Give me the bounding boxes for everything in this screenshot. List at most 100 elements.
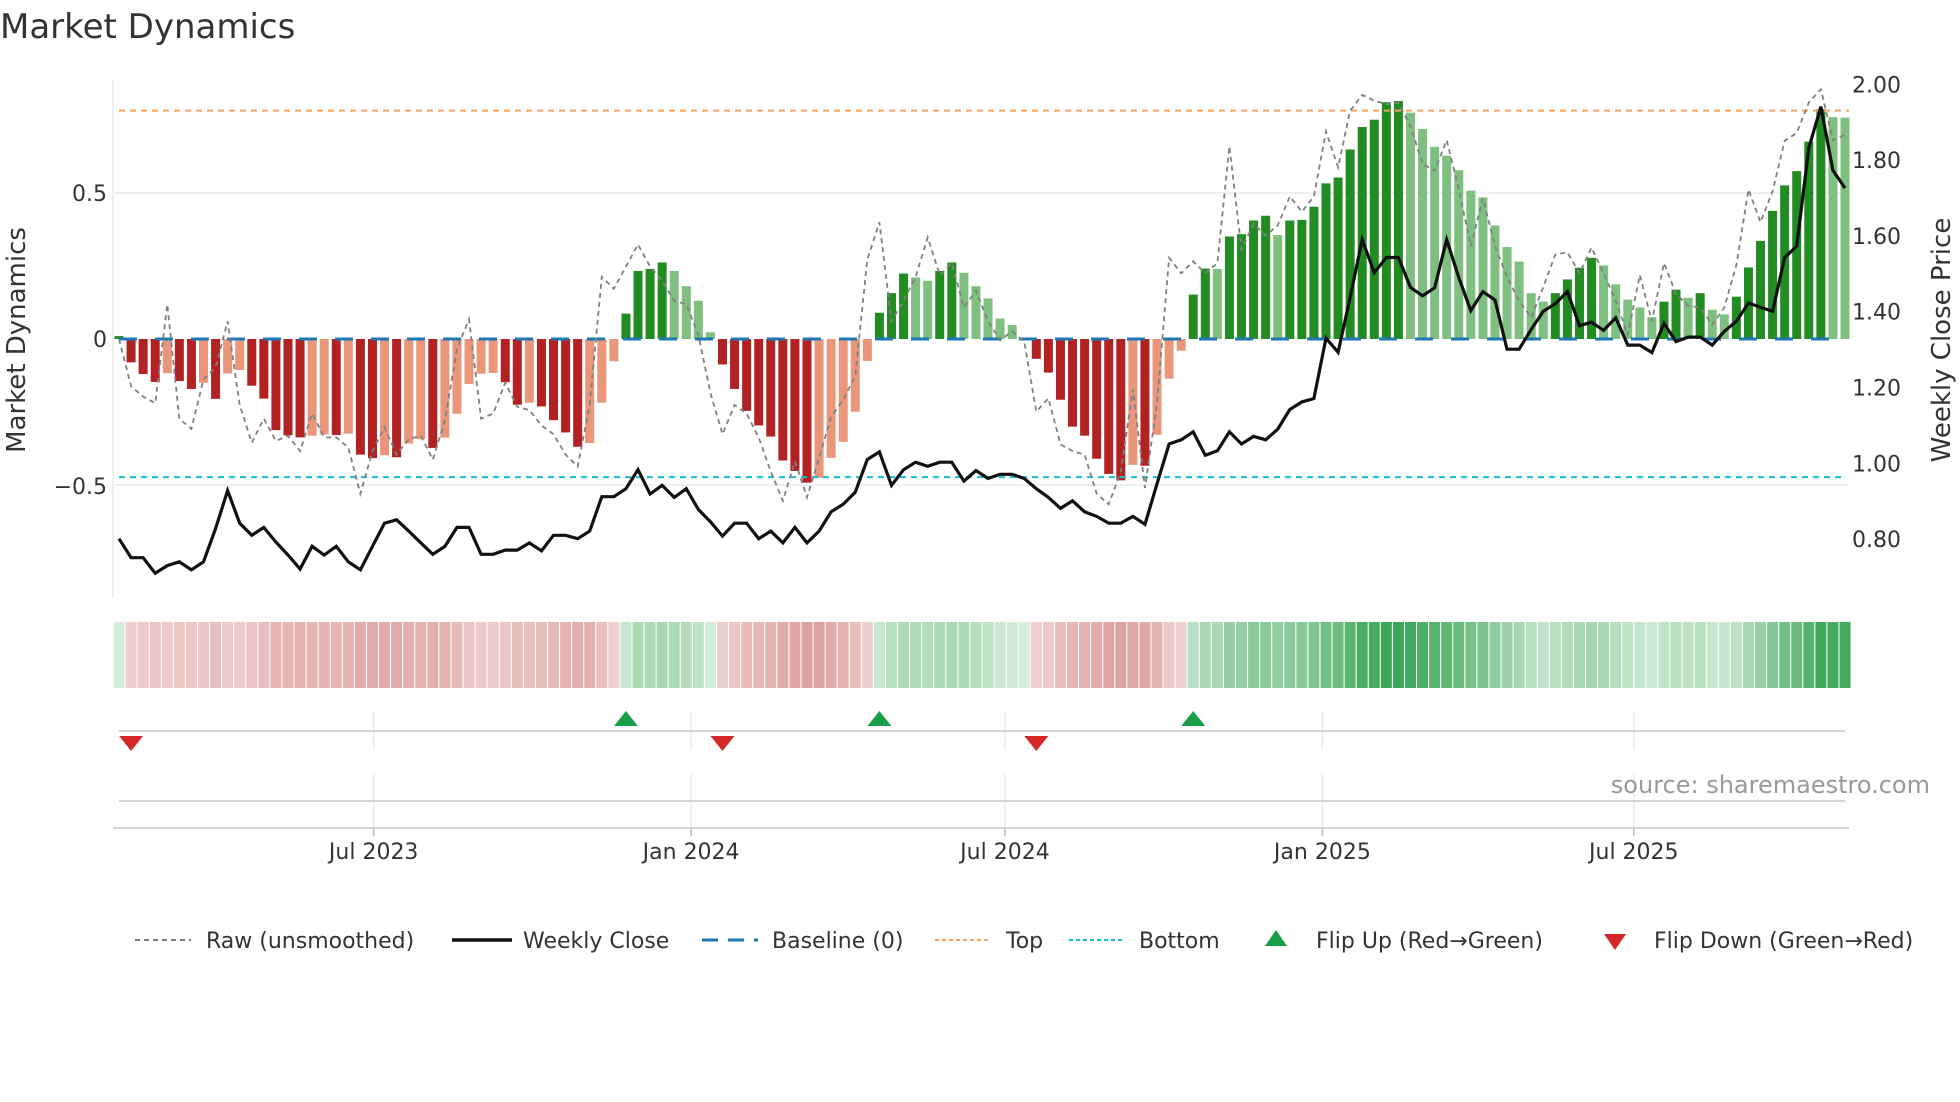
heat-cell <box>1392 622 1404 688</box>
heat-cell <box>692 622 704 688</box>
heat-cell <box>620 622 632 688</box>
dynamics-bar <box>1068 339 1078 427</box>
heat-cell <box>1211 622 1223 688</box>
heat-cell <box>572 622 584 688</box>
dynamics-bar <box>1405 112 1415 339</box>
heat-cell <box>1742 622 1754 688</box>
source-credit: source: sharemaestro.com <box>1611 771 1930 799</box>
heat-cell <box>1718 622 1730 688</box>
dynamics-bar <box>766 339 776 437</box>
dynamics-bar <box>1080 339 1090 436</box>
dynamics-bar <box>247 339 257 386</box>
heat-cell <box>596 622 608 688</box>
y2tick-label: 1.00 <box>1852 452 1901 477</box>
flip-up-legend-icon <box>1265 930 1287 946</box>
dynamics-bar <box>874 312 884 339</box>
heat-cell <box>1573 622 1585 688</box>
dynamics-bar <box>1840 117 1850 339</box>
dynamics-bar <box>1756 240 1766 339</box>
dynamics-bar <box>1478 197 1488 339</box>
heat-cell <box>306 622 318 688</box>
dynamics-bar <box>1031 339 1041 359</box>
heat-cell <box>970 622 982 688</box>
heat-cell <box>801 622 813 688</box>
heat-cell <box>1030 622 1042 688</box>
dynamics-bar <box>1309 206 1319 339</box>
heat-cell <box>1839 622 1851 688</box>
x-axis: Jul 2023 Jan 2024 Jul 2024 Jan 2025 Jul … <box>327 840 1679 865</box>
heat-cell <box>704 622 716 688</box>
heat-cell <box>379 622 391 688</box>
dynamics-bar <box>886 293 896 339</box>
dynamics-bar <box>1635 307 1645 339</box>
heat-cell <box>837 622 849 688</box>
dynamics-bar <box>295 339 305 438</box>
x-gridlines <box>372 711 1635 836</box>
dynamics-bar <box>1393 101 1403 340</box>
y2tick-label: 1.80 <box>1852 149 1901 174</box>
heat-cell <box>1453 622 1465 688</box>
y2tick-label: 0.80 <box>1852 528 1901 553</box>
dynamics-bar <box>983 298 993 339</box>
heat-cell <box>113 622 125 688</box>
heat-cell <box>1054 622 1066 688</box>
dynamics-bar <box>500 339 510 383</box>
heat-cell <box>813 622 825 688</box>
heat-strip <box>113 622 1851 688</box>
heat-cell <box>535 622 547 688</box>
heat-cell <box>825 622 837 688</box>
market-dynamics-chart: Market Dynamics 0.5 0 −0.5 Market Dynami… <box>0 7 1957 954</box>
y2-axis-label: Weekly Close Price <box>1927 218 1957 463</box>
heat-cell <box>499 622 511 688</box>
heat-cell <box>1018 622 1030 688</box>
heat-cell <box>1332 622 1344 688</box>
dynamics-bar <box>1792 171 1802 339</box>
dynamics-bar <box>1816 109 1826 339</box>
dynamics-bar <box>1249 220 1259 339</box>
dynamics-bar <box>1043 339 1053 373</box>
xtick-label: Jul 2023 <box>327 840 419 865</box>
dynamics-bar <box>162 339 172 374</box>
heat-cell <box>185 622 197 688</box>
dynamics-bar <box>1092 339 1102 459</box>
heat-cell <box>173 622 185 688</box>
xtick-label: Jul 2025 <box>1587 840 1679 865</box>
ytick-label: 0.5 <box>72 182 107 207</box>
dynamics-bar <box>1140 339 1150 466</box>
heat-cell <box>1380 622 1392 688</box>
heat-cell <box>753 622 765 688</box>
flip-down-legend-icon <box>1604 934 1626 950</box>
heat-cell <box>1042 622 1054 688</box>
heat-cell <box>1091 622 1103 688</box>
heat-cell <box>1489 622 1501 688</box>
heat-cell <box>1368 622 1380 688</box>
heat-cell <box>608 622 620 688</box>
heat-cell <box>1634 622 1646 688</box>
heat-cell <box>1356 622 1368 688</box>
heat-cell <box>1755 622 1767 688</box>
dynamics-bar <box>609 339 619 362</box>
dynamics-bar <box>319 339 329 435</box>
heat-cell <box>294 622 306 688</box>
heat-cell <box>197 622 209 688</box>
heat-cell <box>1079 622 1091 688</box>
flip-down-marker-icon <box>710 736 735 751</box>
ytick-label: 0 <box>93 328 107 353</box>
dynamics-bar <box>935 270 945 339</box>
heat-cell <box>1115 622 1127 688</box>
heat-cell <box>1429 622 1441 688</box>
chart-title: Market Dynamics <box>0 7 295 47</box>
y2tick-label: 1.40 <box>1852 301 1901 326</box>
dynamics-bar <box>1357 127 1367 340</box>
dynamics-bar <box>549 339 559 421</box>
dynamics-bar <box>1224 236 1234 339</box>
dynamics-bar <box>271 339 281 431</box>
dynamics-bar <box>1116 339 1126 481</box>
dynamics-bar <box>536 339 546 407</box>
heat-cell <box>656 622 668 688</box>
heat-cell <box>137 622 149 688</box>
heat-cell <box>282 622 294 688</box>
heat-cell <box>318 622 330 688</box>
dynamics-bar <box>380 339 390 456</box>
heat-cell <box>1404 622 1416 688</box>
